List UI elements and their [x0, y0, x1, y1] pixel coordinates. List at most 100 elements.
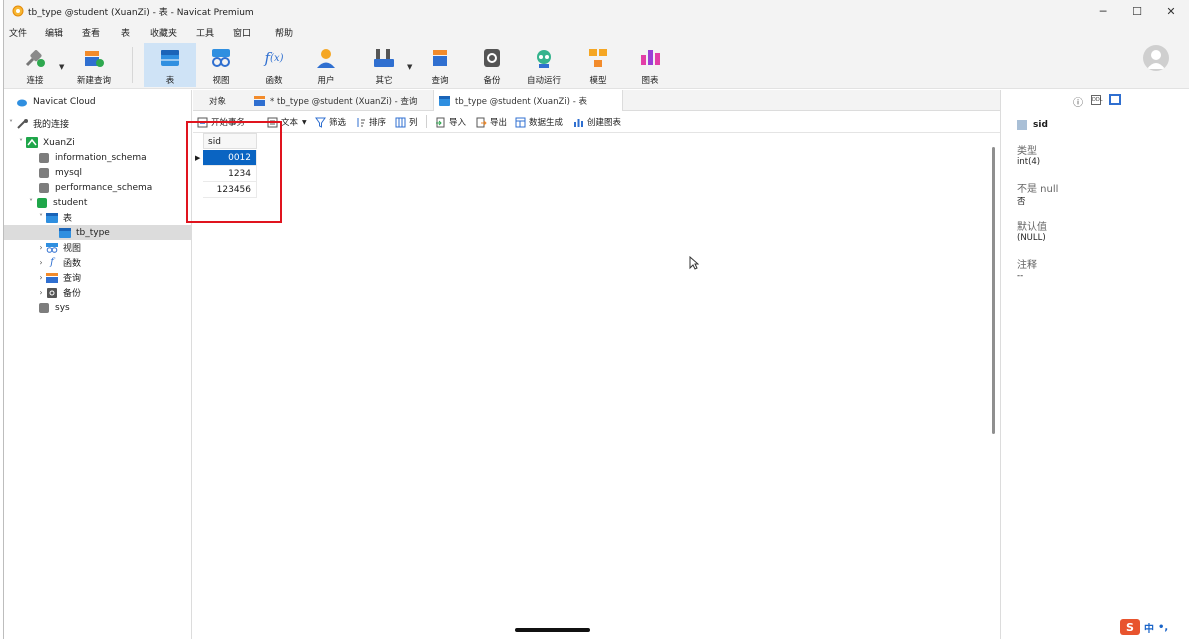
backup-button[interactable]: 备份 [472, 43, 512, 87]
home-indicator [515, 628, 590, 632]
tree-group-tables[interactable]: ˅ 表 [4, 210, 192, 225]
tab-objects[interactable]: 对象 [205, 90, 249, 111]
tree-db-performance-schema[interactable]: performance_schema [4, 180, 192, 195]
model-icon [585, 45, 611, 71]
menu-help[interactable]: 帮助 [275, 26, 293, 39]
menu-window[interactable]: 窗口 [233, 26, 251, 39]
table-icon [438, 95, 450, 106]
info-icon[interactable]: ⓘ [1073, 94, 1083, 109]
tree-db-mysql[interactable]: mysql [4, 165, 192, 180]
mouse-cursor-icon [689, 256, 699, 270]
function-button[interactable]: f (x) 函数 [254, 43, 294, 87]
import-button[interactable]: 导入 [435, 116, 466, 128]
table-button[interactable]: 表 [144, 43, 196, 87]
robot-icon [531, 45, 557, 71]
connect-dropdown-arrow[interactable]: ▼ [59, 63, 64, 71]
close-button[interactable]: ✕ [1154, 0, 1188, 22]
tree-db-sys[interactable]: sys [4, 300, 192, 315]
avatar[interactable] [1143, 45, 1169, 71]
import-icon [435, 117, 446, 128]
title-bar: tb_type @student (XuanZi) - 表 - Navicat … [4, 0, 1189, 22]
other-dropdown-arrow[interactable]: ▼ [407, 63, 412, 71]
sort-button[interactable]: 排序 [355, 116, 386, 128]
comment-value: -- [1017, 271, 1024, 281]
sogou-logo-icon: S [1120, 619, 1140, 635]
navicat-logo-icon [12, 5, 24, 17]
tree-table-tb-type[interactable]: tb_type [4, 225, 192, 240]
default-value: (NULL) [1017, 233, 1046, 243]
data-generation-button[interactable]: 数据生成 [515, 116, 563, 128]
sort-icon [355, 117, 366, 128]
table-toolbar: 开始事务 文本 ▼ 筛选 排序 列 导入 导出 数据生成 创建图表 [193, 111, 1000, 133]
table-icon [157, 45, 183, 71]
chevron-down-icon[interactable]: ˅ [36, 213, 46, 222]
tree-my-connections[interactable]: ˅ 我的连接 [4, 116, 192, 131]
user-button[interactable]: 用户 [306, 43, 346, 87]
chevron-right-icon[interactable]: › [36, 243, 46, 252]
menu-file[interactable]: 文件 [9, 26, 27, 39]
menu-favorites[interactable]: 收藏夹 [150, 26, 177, 39]
bar-chart-icon [573, 117, 584, 128]
chart-button[interactable]: 图表 [630, 43, 670, 87]
other-button[interactable]: 其它 [364, 43, 404, 87]
tree-group-views[interactable]: › 视图 [4, 240, 192, 255]
chart-icon [637, 45, 663, 71]
field-name: sid [1033, 120, 1048, 130]
menu-tools[interactable]: 工具 [196, 26, 214, 39]
connections-icon [16, 118, 28, 129]
field-info-panel: ⓘ DDL sid 类型 int(4) 不是 null 否 默认值 (NULL)… [1000, 90, 1189, 639]
database-icon [38, 167, 50, 178]
tree-group-backups[interactable]: › 备份 [4, 285, 192, 300]
create-chart-button[interactable]: 创建图表 [573, 116, 621, 128]
comment-label: 注释 [1017, 260, 1037, 271]
default-label: 默认值 [1017, 222, 1047, 233]
menu-table[interactable]: 表 [121, 26, 130, 39]
query-icon [253, 95, 265, 106]
filter-button[interactable]: 筛选 [315, 116, 346, 128]
vertical-scrollbar[interactable] [992, 147, 995, 434]
toolbar-separator [426, 115, 427, 128]
chevron-down-icon[interactable]: ▼ [302, 119, 307, 126]
export-button[interactable]: 导出 [476, 116, 507, 128]
tree-group-queries[interactable]: › 查询 [4, 270, 192, 285]
autorun-button[interactable]: 自动运行 [520, 43, 568, 87]
new-query-button[interactable]: 新建查询 [68, 43, 120, 87]
tab-query[interactable]: * tb_type @student (XuanZi) - 查询 [249, 90, 433, 111]
menu-edit[interactable]: 编辑 [45, 26, 63, 39]
app-window: tb_type @student (XuanZi) - 表 - Navicat … [3, 0, 1189, 639]
chevron-right-icon[interactable]: › [36, 258, 46, 267]
tree-db-student[interactable]: ˅ student [4, 195, 192, 210]
tree-group-functions[interactable]: › f 函数 [4, 255, 192, 270]
chevron-right-icon[interactable]: › [36, 273, 46, 282]
query-icon [427, 45, 453, 71]
chevron-down-icon[interactable]: ˅ [16, 138, 26, 147]
maximize-button[interactable]: ☐ [1120, 0, 1154, 22]
field-icon [1017, 120, 1027, 130]
document-tabs: 对象 * tb_type @student (XuanZi) - 查询 tb_t… [193, 90, 1000, 111]
chevron-right-icon[interactable]: › [36, 288, 46, 297]
minimize-button[interactable]: ─ [1086, 0, 1120, 22]
ddl-icon[interactable]: DDL [1091, 95, 1103, 105]
chevron-down-icon[interactable]: ˅ [26, 198, 36, 207]
tree-connection-xuanzi[interactable]: ˅ XuanZi [4, 135, 192, 150]
mysql-connection-icon [26, 137, 38, 148]
export-icon [476, 117, 487, 128]
chevron-down-icon[interactable]: ˅ [6, 119, 16, 128]
columns-button[interactable]: 列 [395, 116, 418, 128]
backup-icon [46, 287, 58, 298]
data-generation-icon [515, 117, 526, 128]
menu-view[interactable]: 查看 [82, 26, 100, 39]
tab-table[interactable]: tb_type @student (XuanZi) - 表 [433, 90, 623, 111]
view-button[interactable]: 视图 [201, 43, 241, 87]
model-button[interactable]: 模型 [578, 43, 618, 87]
connect-button[interactable]: 连接 [14, 43, 56, 87]
grid-layout-icon[interactable] [1109, 94, 1121, 105]
tree-db-information-schema[interactable]: information_schema [4, 150, 192, 165]
cloud-icon [16, 96, 28, 107]
tree-navicat-cloud[interactable]: Navicat Cloud [4, 94, 192, 109]
new-query-icon [81, 45, 107, 71]
ime-indicator[interactable]: S 中 •, [1120, 619, 1168, 635]
user-icon [313, 45, 339, 71]
query-button[interactable]: 查询 [420, 43, 460, 87]
function-icon: f (x) [264, 49, 284, 67]
